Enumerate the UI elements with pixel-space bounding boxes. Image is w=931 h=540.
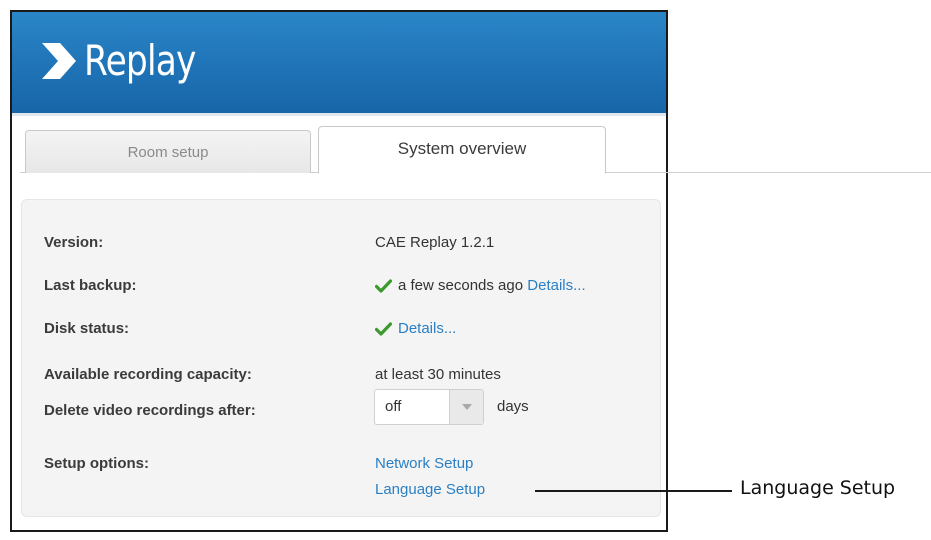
last-backup-value: a few seconds ago Details... xyxy=(375,277,586,294)
backup-details-link[interactable]: Details... xyxy=(527,277,585,294)
last-backup-label: Last backup: xyxy=(44,277,137,294)
capacity-value: at least 30 minutes xyxy=(375,366,501,383)
disk-status-value: Details... xyxy=(375,320,456,337)
delete-after-label: Delete video recordings after: xyxy=(44,402,256,419)
chevron-logo-icon xyxy=(42,43,76,79)
header-divider xyxy=(12,113,666,116)
check-icon xyxy=(375,278,392,293)
setup-options-label: Setup options: xyxy=(44,455,149,472)
language-setup-link[interactable]: Language Setup xyxy=(375,481,485,498)
check-icon xyxy=(375,321,392,336)
version-label: Version: xyxy=(44,234,104,251)
replay-logo: Replay xyxy=(40,40,220,82)
callout-line xyxy=(535,490,732,492)
tab-system-overview[interactable]: System overview xyxy=(318,126,606,174)
delete-after-unit: days xyxy=(497,398,529,415)
callout-label: Language Setup xyxy=(740,477,896,499)
delete-after-select[interactable]: off xyxy=(374,389,484,425)
version-value: CAE Replay 1.2.1 xyxy=(375,234,495,251)
disk-status-label: Disk status: xyxy=(44,320,130,337)
dropdown-arrow-icon[interactable] xyxy=(449,390,483,424)
capacity-label: Available recording capacity: xyxy=(44,366,252,383)
header-bar: Replay xyxy=(12,12,666,113)
network-setup-link[interactable]: Network Setup xyxy=(375,455,473,472)
last-backup-time: a few seconds ago xyxy=(398,277,524,294)
chevron-down-icon xyxy=(461,404,472,410)
disk-details-link[interactable]: Details... xyxy=(398,320,456,337)
app-name: Replay xyxy=(84,36,196,85)
delete-after-selected: off xyxy=(385,398,402,415)
tab-room-setup[interactable]: Room setup xyxy=(25,130,311,173)
